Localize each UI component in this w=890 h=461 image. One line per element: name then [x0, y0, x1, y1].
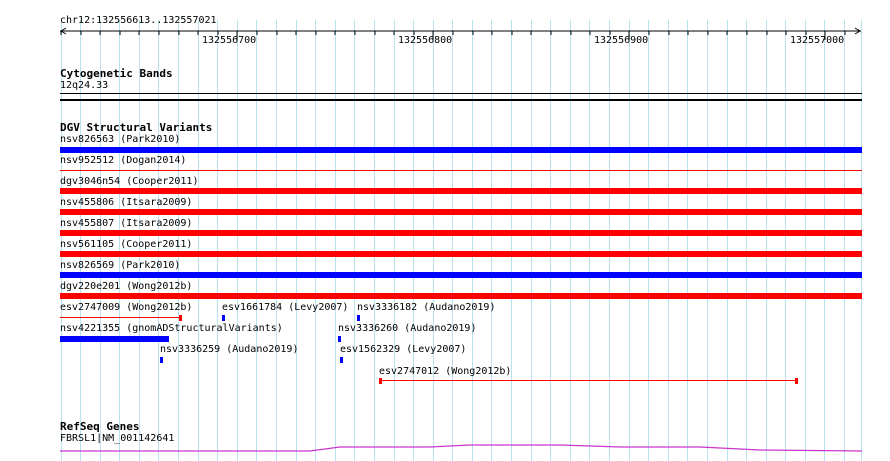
variant-bar[interactable] [60, 317, 181, 318]
variant-label: nsv826569 (Park2010) [60, 260, 181, 271]
gene-model[interactable] [0, 440, 890, 461]
variant-bar[interactable] [357, 315, 360, 321]
variant-label: esv2747012 (Wong2012b) [379, 366, 512, 377]
variant-end-marker[interactable] [179, 315, 182, 321]
cytoband-label: 12q24.33 [60, 80, 109, 91]
variant-label: nsv3336182 (Audano2019) [357, 302, 496, 313]
variant-label: esv2747009 (Wong2012b) [60, 302, 193, 313]
ruler-tick-label: 132556900 [594, 35, 649, 46]
variant-end-marker[interactable] [795, 378, 798, 384]
variant-label: esv1661784 (Levy2007) [222, 302, 349, 313]
variant-bar[interactable] [160, 357, 163, 363]
dgv-track-title: DGV Structural Variants [60, 121, 213, 134]
variant-bar[interactable] [340, 357, 343, 363]
variant-bar[interactable] [60, 188, 862, 194]
variant-label: nsv455807 (Itsara2009) [60, 218, 193, 229]
variant-label: nsv561105 (Cooper2011) [60, 239, 193, 250]
variant-start-marker[interactable] [379, 378, 382, 384]
variant-bar[interactable] [60, 251, 862, 257]
ruler-tick-label: 132556800 [398, 35, 453, 46]
variant-bar[interactable] [222, 315, 225, 321]
variant-label: nsv952512 (Dogan2014) [60, 155, 187, 166]
cytoband-track-title: Cytogenetic Bands [60, 67, 173, 80]
variant-label: dgv220e201 (Wong2012b) [60, 281, 193, 292]
variant-bar[interactable] [60, 336, 169, 342]
variant-label: nsv826563 (Park2010) [60, 134, 181, 145]
cytoband-bar-top[interactable] [60, 93, 862, 94]
variant-label: nsv4221355 (gnomADStructuralVariants) [60, 323, 283, 334]
variant-bar[interactable] [338, 336, 341, 342]
cytoband-bar-bottom[interactable] [60, 99, 862, 101]
ruler-tick-label: 132556700 [202, 35, 257, 46]
variant-bar[interactable] [60, 170, 862, 171]
refseq-track-title: RefSeq Genes [60, 420, 140, 433]
variant-bar[interactable] [60, 147, 862, 153]
variant-label: nsv3336259 (Audano2019) [160, 344, 299, 355]
variant-bar[interactable] [60, 272, 862, 278]
variant-bar[interactable] [60, 230, 862, 236]
variant-label: esv1562329 (Levy2007) [340, 344, 467, 355]
variant-bar[interactable] [379, 380, 798, 381]
variant-label: nsv455806 (Itsara2009) [60, 197, 193, 208]
variant-label: nsv3336260 (Audano2019) [338, 323, 477, 334]
variant-bar[interactable] [60, 293, 862, 299]
variant-bar[interactable] [60, 209, 862, 215]
variant-label: dgv3046n54 (Cooper2011) [60, 176, 199, 187]
ruler-tick-label: 132557000 [790, 35, 845, 46]
genome-browser-view: chr12:132556613..132557021 132556700 132… [0, 0, 890, 461]
